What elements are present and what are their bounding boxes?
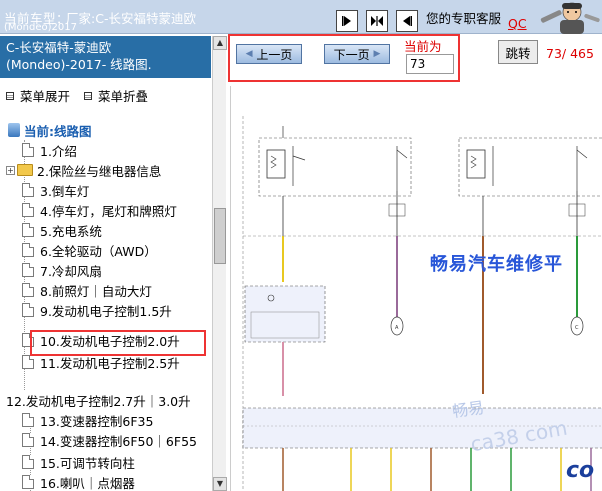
menu-icon xyxy=(6,91,14,100)
jump-button[interactable]: 跳转 xyxy=(498,40,538,64)
mascot-icon xyxy=(540,2,600,34)
tree-scrollbar[interactable]: ▲ ▼ xyxy=(212,36,227,491)
watermark-text: 畅易汽车维修平 xyxy=(430,254,563,275)
next-page-button[interactable]: 下一页 ▶ xyxy=(324,44,390,64)
folder-icon xyxy=(17,164,33,176)
tree-root-label: 当前:线路图 xyxy=(24,123,92,139)
prev-page-button[interactable]: ◀ 上一页 xyxy=(236,44,302,64)
expand-all-label: 菜单展开 xyxy=(20,89,71,104)
tree-item-16[interactable]: 16.喇叭｜点烟器 xyxy=(22,472,135,491)
logo-watermark: co xyxy=(566,458,595,483)
qc-link[interactable]: QC xyxy=(508,16,527,31)
tree-item-2[interactable]: +2.保险丝与继电器信息 xyxy=(6,160,161,180)
tree-root[interactable]: 当前:线路图 xyxy=(8,120,92,140)
tree-item-5[interactable]: 5.充电系统 xyxy=(22,220,102,240)
tree-item-1[interactable]: 1.介绍 xyxy=(22,140,77,160)
service-text: 您的专职客服 xyxy=(426,11,502,26)
left-header-line1: C-长安福特-蒙迪欧 xyxy=(6,40,112,55)
top-bar: 当前车型： 厂家:C-长安福特蒙迪欧 (Mondeo)2017 您的专职客服 Q… xyxy=(0,0,602,34)
tree-item-4[interactable]: 4.停车灯，尾灯和牌照灯 xyxy=(22,200,177,220)
current-page-label: 当前为 xyxy=(404,39,442,54)
svg-text:A: A xyxy=(395,325,399,331)
tree-item-12[interactable]: 12.发动机电子控制2.7升｜3.0升 xyxy=(6,390,191,410)
collapse-all-button[interactable]: 菜单折叠 xyxy=(84,86,148,105)
document-icon xyxy=(22,263,34,277)
menu-icon xyxy=(84,91,92,100)
page-number-input[interactable] xyxy=(406,54,454,74)
document-icon xyxy=(22,283,34,297)
expand-all-button[interactable]: 菜单展开 xyxy=(6,86,70,105)
document-icon xyxy=(22,355,34,369)
current-car-value-line2: (Mondeo)2017 xyxy=(4,22,77,33)
document-icon xyxy=(22,455,34,469)
left-header-line2: (Mondeo)-2017- 线路图. xyxy=(6,57,152,72)
document-icon xyxy=(22,143,34,157)
left-panel-header: C-长安福特-蒙迪欧 (Mondeo)-2017- 线路图. xyxy=(0,36,211,78)
document-icon xyxy=(22,223,34,237)
menu-controls: 菜单展开 菜单折叠 xyxy=(6,86,148,105)
current-car-value: 厂家:C-长安福特蒙迪欧 xyxy=(66,11,196,26)
document-icon xyxy=(22,413,34,427)
tree-item-7[interactable]: 7.冷却风扇 xyxy=(22,260,102,280)
expand-plus-icon[interactable]: + xyxy=(6,165,15,175)
tree-item-13[interactable]: 13.变速器控制6F35 xyxy=(22,410,153,430)
document-icon xyxy=(22,203,34,217)
svg-text:C: C xyxy=(575,325,579,331)
diagram-root-icon xyxy=(8,123,20,137)
tree-item-14[interactable]: 14.变速器控制6F50｜6F55 xyxy=(22,430,197,450)
tree-item-8[interactable]: 8.前照灯｜自动大灯 xyxy=(22,280,152,300)
expand-icon[interactable] xyxy=(366,10,388,32)
document-icon xyxy=(22,303,34,317)
collapse-all-label: 菜单折叠 xyxy=(98,89,149,104)
tree-item-3[interactable]: 3.倒车灯 xyxy=(22,180,89,200)
document-icon xyxy=(22,433,34,447)
document-icon xyxy=(22,475,34,489)
tree-view: 当前:线路图 1.介绍 +2.保险丝与继电器信息 3.倒车灯 4.停车灯，尾灯和… xyxy=(0,118,212,491)
watermark-text-2: 畅易 xyxy=(451,397,486,422)
page-count: 73/ 465 xyxy=(546,46,594,61)
document-icon xyxy=(22,243,34,257)
last-page-icon[interactable] xyxy=(396,10,418,32)
scroll-up-icon[interactable]: ▲ xyxy=(213,36,227,50)
tree-item-9[interactable]: 9.发动机电子控制1.5升 xyxy=(22,300,172,320)
tree-item-15[interactable]: 15.可调节转向柱 xyxy=(22,452,135,472)
left-arrow-icon: ◀ xyxy=(245,49,253,59)
document-icon xyxy=(22,183,34,197)
selected-item-highlight xyxy=(30,330,206,356)
scroll-down-icon[interactable]: ▼ xyxy=(213,477,227,491)
first-page-icon[interactable] xyxy=(336,10,358,32)
scroll-thumb[interactable] xyxy=(214,208,226,264)
right-arrow-icon: ▶ xyxy=(373,49,381,59)
tree-item-6[interactable]: 6.全轮驱动（AWD） xyxy=(22,240,157,260)
